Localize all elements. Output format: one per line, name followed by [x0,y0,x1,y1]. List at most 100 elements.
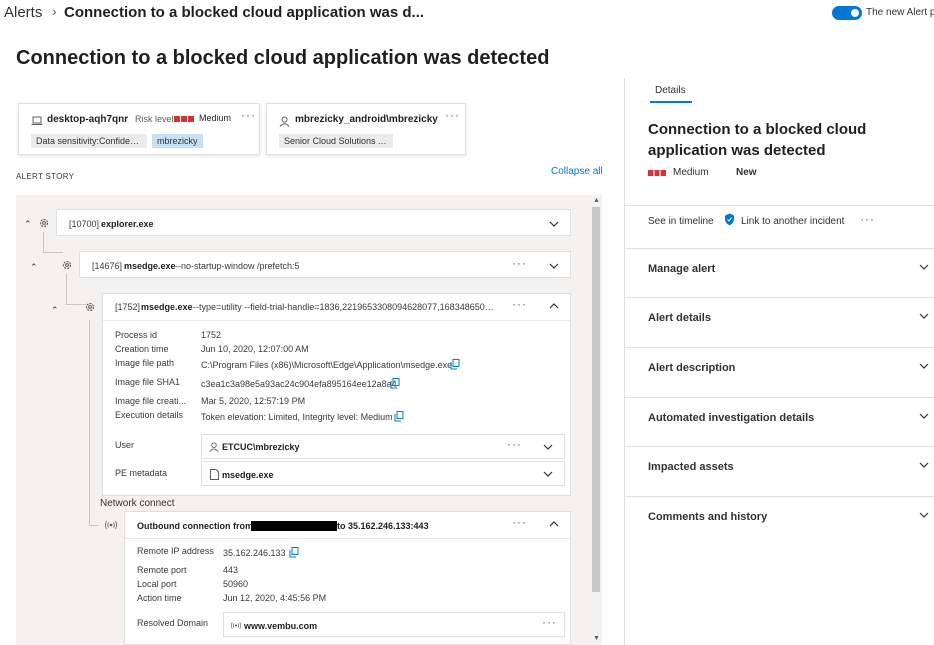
collapse-chevron-icon[interactable]: ⌃ [24,219,32,230]
section-impacted-assets[interactable]: Impacted assets [624,446,934,496]
device-more-icon[interactable]: ··· [241,108,256,122]
chevron-down-icon[interactable] [918,459,930,471]
user-more-icon[interactable]: ··· [445,108,460,122]
scrollbar[interactable]: ▲ ▼ [590,195,602,645]
process-args: --type=utility --field-trial-handle=1836… [193,302,498,312]
scroll-down-icon[interactable]: ▼ [593,635,600,642]
copy-icon[interactable] [394,411,404,422]
section-title: Alert description [648,362,736,374]
panel-more-icon[interactable]: ··· [860,212,875,226]
resolved-domain-row[interactable]: www.vembu.com ··· [223,612,565,637]
collapse-chevron-icon[interactable]: ⌃ [51,305,59,316]
chevron-down-icon[interactable] [542,468,554,480]
new-alert-toggle[interactable]: The new Alert p [832,5,934,21]
detail-value: 1752 [201,330,222,340]
user-icon [279,116,290,127]
chevron-down-icon[interactable] [548,260,560,272]
scrollbar-thumb[interactable] [592,207,600,592]
breadcrumb: Alerts › Connection to a blocked cloud a… [4,3,604,24]
toggle-switch[interactable] [832,6,862,20]
breadcrumb-current: Connection to a blocked cloud applicatio… [64,4,425,21]
detail-label: Creation time [115,344,169,354]
panel-title: Connection to a blocked cloud applicatio… [648,121,867,159]
chevron-up-icon[interactable] [548,518,560,530]
section-automated-investigation[interactable]: Automated investigation details [624,397,934,447]
risk-level-value: Medium [199,113,232,123]
network-detail-value: 35.162.246.133 [223,548,286,558]
collapse-chevron-icon[interactable]: ⌃ [30,262,38,273]
more-options-icon[interactable]: ··· [512,297,527,311]
network-connection-card[interactable]: Outbound connection from to 35.162.246.1… [124,511,571,645]
detail-label: Image file path [115,358,175,368]
more-options-icon[interactable]: ··· [507,437,522,451]
network-signal-icon [105,520,117,530]
network-connect-label: Network connect [100,498,175,509]
more-options-icon[interactable]: ··· [542,615,557,629]
network-signal-icon [231,622,241,629]
user-card[interactable]: mbrezicky_android\mbrezicky ··· Senior C… [266,103,466,155]
process-row-explorer[interactable]: [10700] explorer.exe [56,209,571,236]
user-name[interactable]: mbrezicky_android\mbrezicky [295,114,438,125]
network-detail-value: Jun 12, 2020, 4:45:56 PM [223,593,327,603]
collapse-all-link[interactable]: Collapse all [551,166,603,177]
chevron-down-icon[interactable] [918,410,930,422]
detail-value: Mar 5, 2020, 12:57:19 PM [201,396,306,406]
detail-label: Image file creati... [115,396,187,406]
network-detail-value: 50960 [223,579,249,589]
breadcrumb-root[interactable]: Alerts [4,4,42,21]
panel-status: New [736,167,757,178]
device-name[interactable]: desktop-aqh7qnr [47,114,128,125]
chevron-down-icon[interactable] [918,360,930,372]
copy-icon[interactable] [450,359,460,370]
section-title: Automated investigation details [648,412,815,424]
section-manage-alert[interactable]: Manage alert [624,248,934,298]
chevron-down-icon[interactable] [542,441,554,453]
panel-severity-bar [648,170,666,176]
process-gear-icon [62,260,72,270]
pe-metadata-row[interactable]: msedge.exe [201,461,565,486]
section-comments-history[interactable]: Comments and history [624,496,934,546]
chevron-down-icon[interactable] [918,509,930,521]
chevron-down-icon[interactable] [918,261,930,273]
process-args: --no-startup-window /prefetch:5 [175,261,300,271]
panel-actions-divider [624,205,934,206]
section-title: Impacted assets [648,461,734,473]
risk-severity-bar [174,116,194,122]
panel-severity: Medium [673,167,709,178]
copy-icon[interactable] [390,378,400,389]
tab-details[interactable]: Details [655,85,686,96]
process-row-msedge-14676[interactable]: [14676] msedge.exe --no-startup-window /… [79,251,571,278]
more-options-icon[interactable]: ··· [512,515,527,529]
network-detail-label: Local port [137,579,177,589]
shield-icon [725,213,734,226]
pe-metadata-value[interactable]: msedge.exe [222,470,274,480]
link-incident-link[interactable]: Link to another incident [741,216,844,227]
network-title-prefix: Outbound connection from [137,521,253,531]
device-tag-user: mbrezicky [152,134,203,148]
pe-metadata-label: PE metadata [115,468,168,478]
process-name: msedge.exe [141,302,193,312]
detail-label: Execution details [115,410,184,420]
more-options-icon[interactable]: ··· [512,256,527,270]
device-card[interactable]: desktop-aqh7qnr Risk level Medium ··· Da… [18,103,260,155]
chevron-down-icon[interactable] [548,218,560,230]
breadcrumb-chevron-icon: › [52,3,57,19]
process-card-msedge-1752[interactable]: [1752] msedge.exe --type=utility --field… [102,293,571,496]
chevron-down-icon[interactable] [918,310,930,322]
alert-story-header: ALERT STORY [16,172,75,181]
scroll-up-icon[interactable]: ▲ [593,197,600,204]
detail-label: Image file SHA1 [115,377,181,387]
device-tag-sensitivity: Data sensitivity:Confident... [31,134,147,148]
copy-icon[interactable] [289,547,299,558]
chevron-up-icon[interactable] [548,300,560,312]
user-row[interactable]: ETCUC\mbrezicky ··· [201,434,565,459]
resolved-domain-value[interactable]: www.vembu.com [244,621,317,631]
user-row-value[interactable]: ETCUC\mbrezicky [222,442,300,452]
redacted-block [251,521,337,531]
detail-value: Token elevation: Limited, Integrity leve… [201,412,393,422]
network-detail-label: Remote IP address [137,546,214,556]
see-in-timeline-link[interactable]: See in timeline [648,216,714,227]
process-pid: [10700] [69,219,100,229]
section-alert-details[interactable]: Alert details [624,297,934,347]
section-alert-description[interactable]: Alert description [624,347,934,397]
